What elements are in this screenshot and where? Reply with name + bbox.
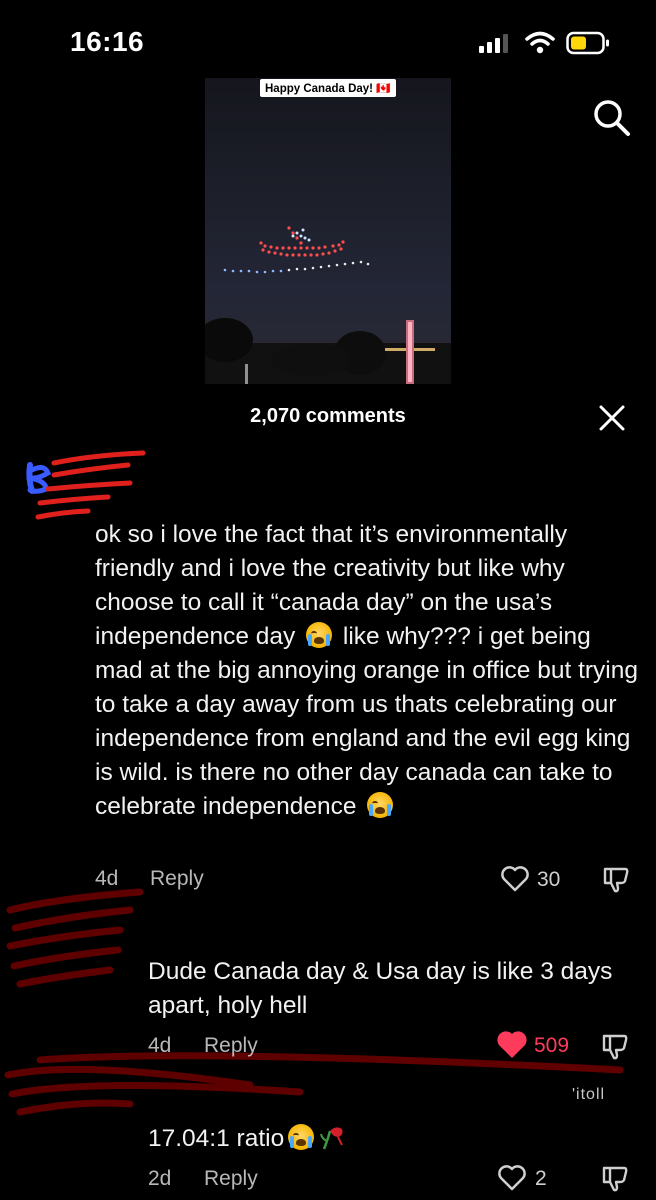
comment-age: 2d [148,1167,172,1190]
loudly-crying-emoji-icon [306,622,333,648]
comment-text-part: like why??? i get being mad at the big a… [95,623,638,820]
dislike-icon[interactable] [600,1163,630,1193]
reply-button[interactable]: Reply [204,1034,258,1058]
close-icon[interactable] [598,404,626,432]
status-time: 16:16 [70,26,145,57]
reply-comment-text: Dude Canada day & Usa day is like 3 days… [148,958,613,1019]
comment-age: 4d [148,1034,172,1057]
comment-text: ok so i love the fact that it’s environm… [95,518,643,824]
heart-filled-icon[interactable] [497,1030,527,1060]
loudly-crying-emoji-icon [367,792,394,818]
cellular-signal-icon [479,34,508,53]
dislike-icon[interactable] [600,1031,630,1061]
reply-button[interactable]: Reply [204,1167,258,1191]
like-count: 509 [534,1034,570,1057]
search-icon[interactable] [590,96,632,138]
comments-count: 2,070 comments [250,405,406,427]
comment-text-part: 17.04:1 ratio [148,1125,285,1152]
video-preview[interactable] [205,78,451,384]
partial-username: 'itoll [572,1086,606,1103]
wilted-rose-emoji-icon [320,1127,344,1150]
loudly-crying-emoji-icon [288,1124,315,1150]
video-caption: Happy Canada Day! 🇨🇦 [260,79,396,97]
like-count: 2 [535,1167,547,1190]
wifi-icon [525,31,555,54]
drone-show-image [205,226,451,384]
battery-icon [566,31,609,55]
heart-outline-icon[interactable] [497,1163,527,1193]
reply-comment-text: 17.04:1 ratio [148,1122,348,1156]
